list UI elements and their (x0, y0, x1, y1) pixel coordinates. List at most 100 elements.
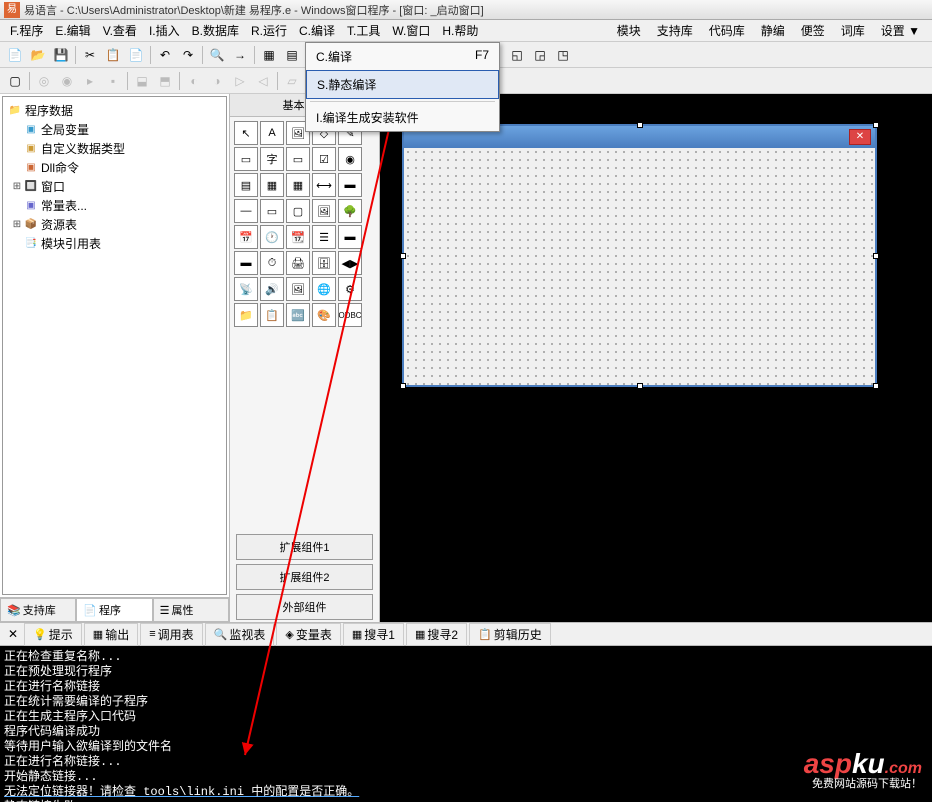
frame-tool[interactable]: ▢ (286, 199, 310, 223)
menu-insert[interactable]: I.插入 (143, 20, 186, 41)
menu-note[interactable]: 便签 (793, 20, 833, 41)
nav-tool[interactable]: ◀▶ (338, 251, 362, 275)
undo-button[interactable]: ↶ (154, 44, 176, 66)
print-tool[interactable]: 🖨 (286, 251, 310, 275)
tb2-6[interactable]: ⬓ (131, 70, 153, 92)
timer-tool[interactable]: ⏱ (260, 251, 284, 275)
new-button[interactable]: 📄 (4, 44, 26, 66)
check-tool[interactable]: ☑ (312, 147, 336, 171)
date-tool[interactable]: 📅 (234, 225, 258, 249)
tree-window[interactable]: 窗口 (41, 178, 65, 195)
tb2-12[interactable]: ▱ (281, 70, 303, 92)
tb-btn-12[interactable]: ◲ (529, 44, 551, 66)
toolbar-tool[interactable]: ▬ (338, 225, 362, 249)
tab-program[interactable]: 📄程序 (76, 598, 152, 622)
grid-tool[interactable]: ▦ (286, 173, 310, 197)
menu-codelib[interactable]: 代码库 (701, 20, 753, 41)
tb2-11[interactable]: ◁ (252, 70, 274, 92)
combo-tool[interactable]: ▦ (260, 173, 284, 197)
menu-compile[interactable]: C.编译 (293, 20, 341, 41)
menu-database[interactable]: B.数据库 (186, 20, 245, 41)
label-tool[interactable]: A (260, 121, 284, 145)
tree-types[interactable]: 自定义数据类型 (41, 140, 125, 157)
progress-tool[interactable]: ▬ (338, 173, 362, 197)
expand-icon[interactable]: ⊞ (11, 181, 23, 192)
tree-tool[interactable]: 🌳 (338, 199, 362, 223)
status-tool[interactable]: ▬ (234, 251, 258, 275)
tb2-2[interactable]: ◎ (33, 70, 55, 92)
scroll-tool[interactable]: ⟷ (312, 173, 336, 197)
menu-static-compile[interactable]: S.静态编译 (306, 70, 499, 99)
ext-components-2[interactable]: 扩展组件2 (236, 564, 373, 590)
tree-resource[interactable]: 资源表 (41, 216, 77, 233)
tb-btn-1[interactable]: ▦ (258, 44, 280, 66)
tab-output[interactable]: ▦输出 (84, 623, 138, 646)
open-button[interactable]: 📂 (27, 44, 49, 66)
menu-run[interactable]: R.运行 (245, 20, 293, 41)
paste-button[interactable]: 📄 (125, 44, 147, 66)
menu-program[interactable]: F.程序 (4, 20, 49, 41)
tb2-5[interactable]: ▪ (102, 70, 124, 92)
close-panel-icon[interactable]: ✕ (4, 627, 22, 641)
time-tool[interactable]: 🕐 (260, 225, 284, 249)
radio-tool[interactable]: ◉ (338, 147, 362, 171)
media-tool[interactable]: 🖼 (286, 277, 310, 301)
sound-tool[interactable]: 🔊 (260, 277, 284, 301)
tb2-3[interactable]: ◉ (56, 70, 78, 92)
design-canvas[interactable]: ✕ (380, 94, 932, 622)
pointer-tool[interactable]: ↖ (234, 121, 258, 145)
menu-compile-item[interactable]: C.编译F7 (306, 43, 499, 70)
ext-components-1[interactable]: 扩展组件1 (236, 534, 373, 560)
tb-btn-11[interactable]: ◱ (506, 44, 528, 66)
slider-tool[interactable]: — (234, 199, 258, 223)
db-tool[interactable]: 🗄 (312, 251, 336, 275)
tab-clip[interactable]: 📋剪辑历史 (469, 623, 551, 646)
tab-find1[interactable]: ▦搜寻1 (343, 623, 404, 646)
tab-calltable[interactable]: ≡调用表 (140, 623, 202, 646)
file-tool[interactable]: 📁 (234, 303, 258, 327)
calendar-tool[interactable]: 📆 (286, 225, 310, 249)
expand-icon[interactable]: ⊞ (11, 219, 23, 230)
menu-dict[interactable]: 词库 (833, 20, 873, 41)
menu-lib[interactable]: 支持库 (649, 20, 701, 41)
tb2-8[interactable]: ◐ (183, 70, 205, 92)
image-tool[interactable]: 🖼 (312, 199, 336, 223)
menu-module[interactable]: 模块 (609, 20, 649, 41)
tb2-7[interactable]: ⬒ (154, 70, 176, 92)
goto-button[interactable]: → (229, 44, 251, 66)
tb2-1[interactable]: ▢ (4, 70, 26, 92)
tab-watch[interactable]: 🔍监视表 (205, 623, 275, 646)
tree-module[interactable]: 模块引用表 (41, 235, 101, 252)
net-tool[interactable]: 🌐 (312, 277, 336, 301)
tb2-9[interactable]: ◑ (206, 70, 228, 92)
tree-dll[interactable]: Dll命令 (41, 159, 79, 176)
odbc-tool[interactable]: ODBC (338, 303, 362, 327)
tab-support[interactable]: 📚支持库 (0, 598, 76, 622)
menu-view[interactable]: V.查看 (97, 20, 143, 41)
menu-tools[interactable]: T.工具 (341, 20, 386, 41)
clip-tool[interactable]: 📋 (260, 303, 284, 327)
tree-globals[interactable]: 全局变量 (41, 121, 89, 138)
list-tool[interactable]: ▤ (234, 173, 258, 197)
tb2-10[interactable]: ▷ (229, 70, 251, 92)
menu-edit[interactable]: E.编辑 (49, 20, 96, 41)
tab-props[interactable]: ☰属性 (153, 598, 229, 622)
cut-button[interactable]: ✂ (79, 44, 101, 66)
tree-root[interactable]: 程序数据 (25, 102, 73, 119)
menu-settings[interactable]: 设置 ▼ (873, 20, 928, 41)
menu-help[interactable]: H.帮助 (436, 20, 484, 41)
button-tool[interactable]: ▭ (286, 147, 310, 171)
redo-button[interactable]: ↷ (177, 44, 199, 66)
find-button[interactable]: 🔍 (206, 44, 228, 66)
save-button[interactable]: 💾 (50, 44, 72, 66)
comm-tool[interactable]: 📡 (234, 277, 258, 301)
form-body[interactable] (404, 148, 875, 385)
tb-btn-13[interactable]: ◳ (552, 44, 574, 66)
output-console[interactable]: 正在检查重复名称... 正在预处理现行程序 正在进行名称链接 正在统计需要编译的… (0, 646, 932, 802)
color-tool[interactable]: 🎨 (312, 303, 336, 327)
tab-hint[interactable]: 💡提示 (24, 623, 82, 646)
tab-tool[interactable]: ▭ (260, 199, 284, 223)
tb2-4[interactable]: ▸ (79, 70, 101, 92)
tab-find2[interactable]: ▦搜寻2 (406, 623, 467, 646)
external-components[interactable]: 外部组件 (236, 594, 373, 620)
